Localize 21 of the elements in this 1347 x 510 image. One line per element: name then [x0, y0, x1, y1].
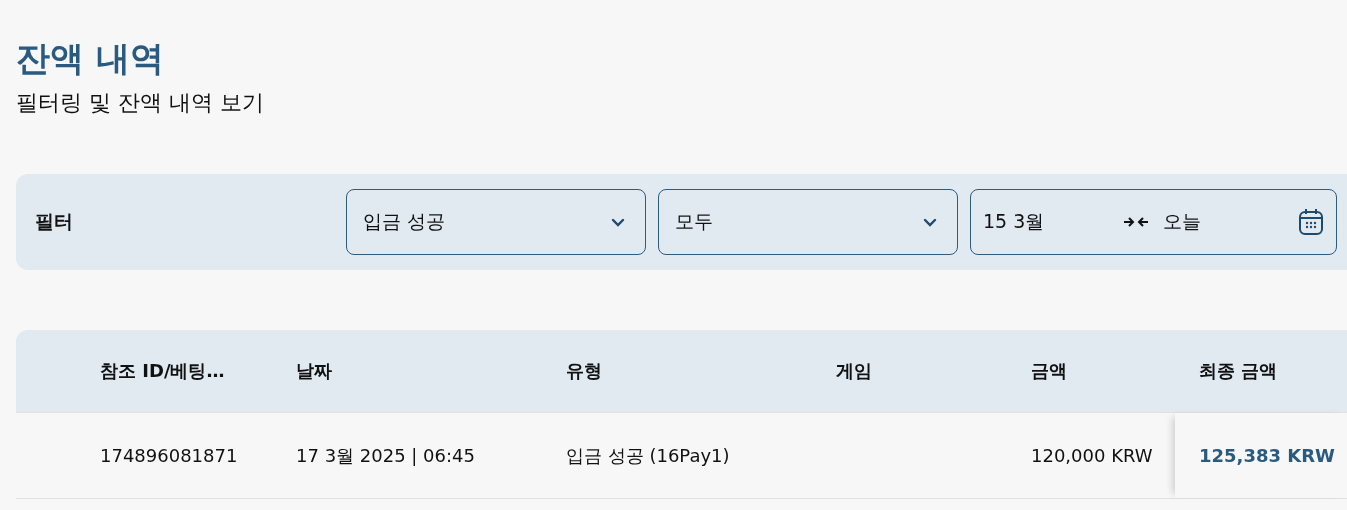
page-title: 잔액 내역: [16, 37, 165, 80]
chevron-down-icon: [923, 217, 937, 227]
chevron-down-icon: [611, 217, 625, 227]
table-cell-text: 120,000 KRW: [1031, 445, 1154, 466]
dropdown-select[interactable]: 입금 성공: [346, 189, 646, 255]
page-subtitle: 필터링 및 잔액 내역 보기: [16, 89, 265, 117]
table-cell-text: 입금 성공 (16Pay1): [566, 443, 731, 468]
column-header: 유형: [566, 359, 603, 383]
dropdown-select[interactable]: 모두: [658, 189, 958, 255]
arrows-icon: [1123, 216, 1149, 228]
calendar-icon[interactable]: [1298, 208, 1324, 236]
table-cell-text: 17 3월 2025 | 06:45: [296, 443, 476, 468]
column-header: 참조 ID/베팅…: [100, 359, 226, 383]
column-header: 게임: [836, 359, 873, 383]
table-cell: 125,383 KRW: [1199, 445, 1335, 466]
column-header: 최종 금액: [1199, 359, 1278, 383]
filter-label: 필터: [35, 209, 74, 234]
table-cell-text: 174896081871: [100, 445, 239, 466]
column-header: 금액: [1031, 359, 1068, 383]
column-header: 날짜: [296, 359, 333, 383]
date-range-field[interactable]: 15 3월 오늘: [970, 189, 1337, 255]
